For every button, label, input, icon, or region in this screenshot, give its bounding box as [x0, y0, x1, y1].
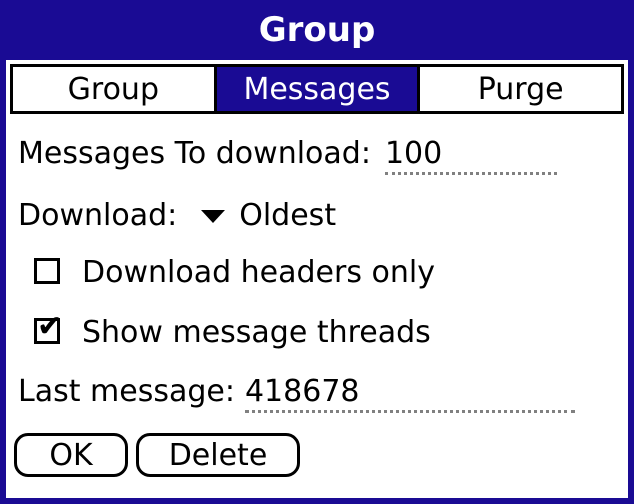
messages-to-download-row: Messages To download: 100: [18, 134, 557, 175]
dialog-title: Group: [0, 0, 634, 60]
ok-button[interactable]: OK: [14, 433, 128, 477]
last-message-value: 418678: [244, 374, 360, 409]
tab-messages[interactable]: Messages: [213, 67, 418, 111]
show-message-threads-checkbox[interactable]: [34, 307, 62, 347]
show-message-threads-row[interactable]: Show message threads: [34, 307, 431, 353]
group-dialog: Group Group Messages Purge Messages To d…: [0, 0, 634, 504]
show-message-threads-label: Show message threads: [82, 315, 431, 350]
messages-to-download-label: Messages To download:: [18, 136, 371, 171]
messages-to-download-value: 100: [384, 136, 443, 171]
dialog-border-right: [628, 60, 634, 504]
download-label: Download:: [18, 198, 178, 233]
dialog-border-left: [0, 60, 6, 504]
tab-purge[interactable]: Purge: [417, 67, 622, 111]
download-headers-only-row[interactable]: Download headers only: [34, 253, 435, 293]
tab-group[interactable]: Group: [13, 67, 214, 111]
tab-bar: Group Messages Purge: [10, 64, 624, 114]
button-row: OK Delete: [14, 433, 300, 477]
last-message-label: Last message:: [18, 374, 235, 409]
last-message-field[interactable]: 418678: [244, 372, 575, 413]
delete-button[interactable]: Delete: [136, 433, 300, 477]
download-selected-value: Oldest: [239, 198, 337, 233]
last-message-row: Last message: 418678: [18, 372, 575, 413]
download-row: Download: Oldest: [18, 196, 336, 236]
dialog-border-bottom: [0, 498, 634, 504]
dropdown-triangle-icon: [201, 210, 226, 223]
messages-to-download-field[interactable]: 100: [384, 134, 557, 175]
download-headers-only-checkbox[interactable]: [34, 257, 60, 284]
download-popup-trigger[interactable]: Oldest: [177, 198, 336, 233]
download-headers-only-label: Download headers only: [82, 255, 435, 290]
